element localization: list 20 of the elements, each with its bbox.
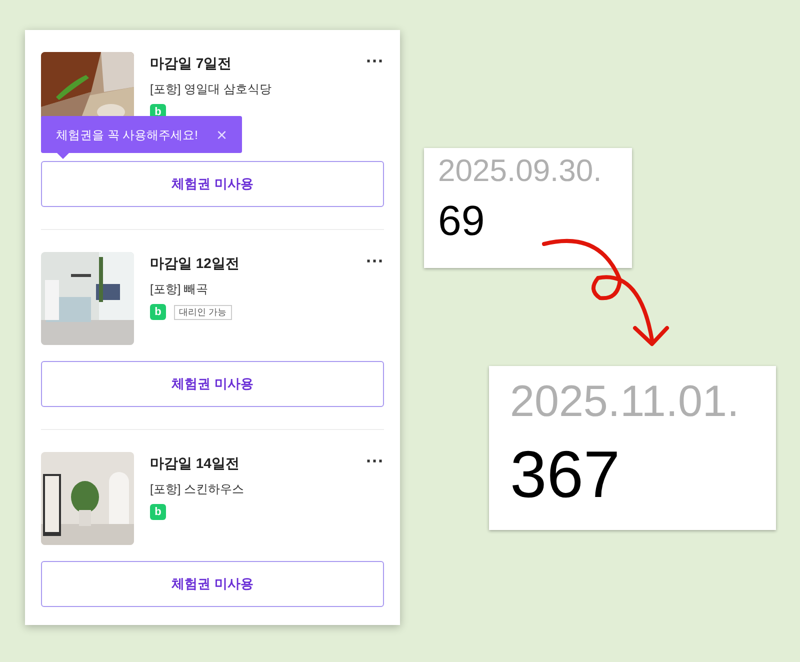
voucher-button[interactable]: 체험권 미사용 xyxy=(41,561,384,607)
deadline-title: 마감일 12일전 xyxy=(150,254,240,273)
count-text: 69 xyxy=(438,196,486,246)
deadline-title: 마감일 14일전 xyxy=(150,454,240,473)
count-text: 367 xyxy=(510,436,622,513)
deadline-title: 마감일 7일전 xyxy=(150,54,232,73)
date-text: 2025.11.01. xyxy=(510,376,740,428)
location-text: [포항] 영일대 삼호식당 xyxy=(150,81,272,98)
brand-badge: b xyxy=(150,304,166,320)
location-text: [포항] 빼곡 xyxy=(150,281,210,298)
more-button[interactable]: ··· xyxy=(366,452,384,470)
voucher-button[interactable]: 체험권 미사용 xyxy=(41,361,384,407)
more-button[interactable]: ··· xyxy=(366,252,384,270)
tag: 대리인 가능 xyxy=(174,304,232,320)
more-button[interactable]: ··· xyxy=(366,52,384,70)
voucher-button[interactable]: 체험권 미사용 xyxy=(41,161,384,207)
tooltip-text: 체험권을 꼭 사용해주세요! xyxy=(56,126,198,144)
location-text: [포항] 스킨하우스 xyxy=(150,481,246,498)
date-text: 2025.09.30. xyxy=(438,152,603,190)
brand-badge: b xyxy=(150,504,166,520)
